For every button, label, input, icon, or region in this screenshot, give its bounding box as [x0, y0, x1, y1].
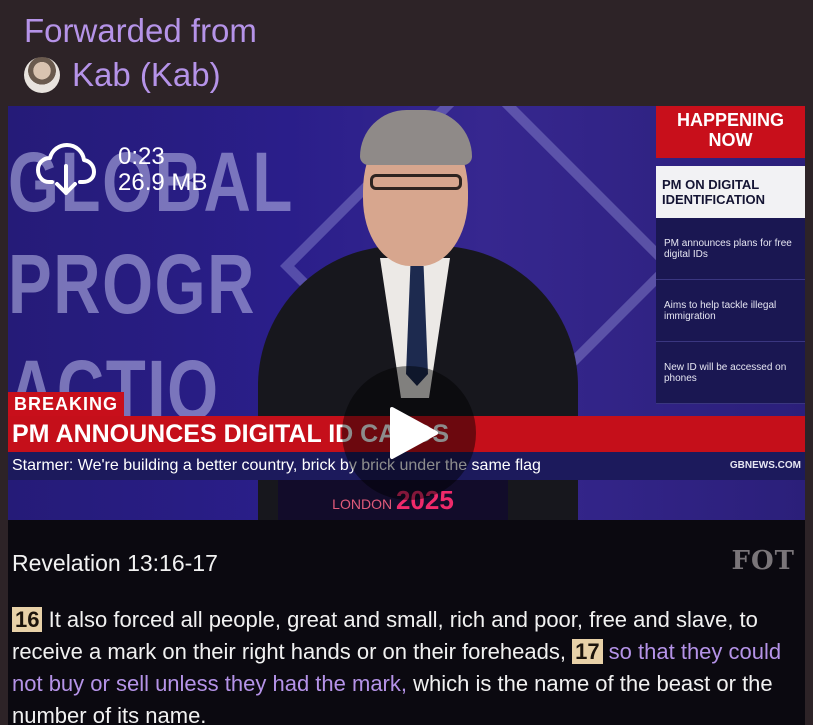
ticker-topic: PM ON DIGITAL IDENTIFICATION	[656, 166, 805, 218]
news-ticker-column: HAPPENING NOW PM ON DIGITAL IDENTIFICATI…	[656, 106, 805, 436]
news-source: GBNEWS.COM	[729, 460, 801, 471]
verse-number: 16	[12, 607, 43, 632]
play-icon	[390, 407, 438, 459]
happening-now-badge: HAPPENING NOW	[656, 106, 805, 158]
stage-word: PROGR	[8, 237, 257, 331]
verse-reference: Revelation 13:16-17	[12, 550, 218, 576]
cloud-download-icon[interactable]	[36, 142, 96, 196]
verse-caption-panel: Revelation 13:16-17 FOT 16 It also force…	[8, 520, 805, 725]
video-message[interactable]: GLOBAL PROGR ACTIO HAPPENING NOW PM ON D…	[8, 106, 805, 725]
forwarded-from-label: Forwarded from	[24, 12, 257, 49]
video-meta: 0:23 26.9 MB	[118, 142, 207, 196]
podium-city: LONDON	[332, 496, 393, 512]
ticker-item: New ID will be accessed on phones	[656, 342, 805, 404]
forwarded-author[interactable]: Kab (Kab)	[24, 54, 789, 96]
avatar[interactable]	[24, 57, 60, 93]
breaking-badge: BREAKING	[8, 392, 125, 417]
video-duration: 0:23	[118, 143, 165, 170]
forwarded-message-bubble[interactable]: Forwarded from Kab (Kab) GLOBAL PROGR AC…	[0, 0, 813, 725]
verse-number: 17	[572, 639, 603, 664]
ticker-item: PM announces plans for free digital IDs	[656, 218, 805, 280]
speaker-glasses	[370, 174, 462, 190]
brand-watermark: FOT	[731, 546, 795, 576]
verse-text: 16 It also forced all people, great and …	[12, 604, 801, 725]
download-control[interactable]: 0:23 26.9 MB	[36, 142, 207, 196]
author-name[interactable]: Kab (Kab)	[72, 54, 221, 96]
video-file-size: 26.9 MB	[118, 169, 208, 196]
play-button[interactable]	[342, 366, 476, 500]
forward-header[interactable]: Forwarded from Kab (Kab)	[24, 10, 789, 104]
ticker-item: Aims to help tackle illegal immigration	[656, 280, 805, 342]
